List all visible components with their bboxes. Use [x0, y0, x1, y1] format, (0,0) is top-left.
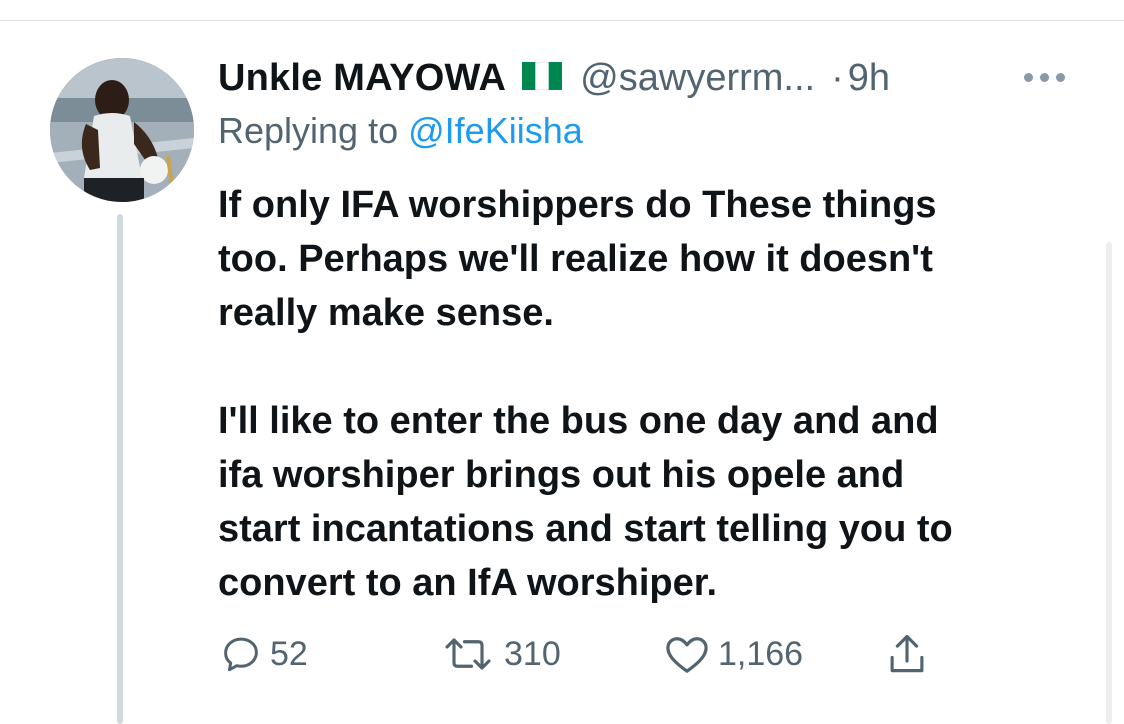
tweet-text-line: If only IFA worshippers do These things: [218, 184, 937, 226]
share-icon: [890, 634, 924, 673]
replying-to-label: Replying to: [218, 110, 399, 151]
author-handle[interactable]: @sawyerrm...: [580, 57, 815, 100]
more-horizontal-icon: [1024, 72, 1033, 82]
reply-bubble-icon: [224, 637, 258, 672]
retweet-icon: [445, 638, 491, 670]
avatar[interactable]: [50, 58, 194, 202]
like-button[interactable]: 1,166: [664, 626, 803, 682]
tweet-text: If only IFA worshippers do These things …: [218, 178, 1088, 610]
reply-button[interactable]: 52: [220, 626, 308, 682]
retweet-count: 310: [504, 634, 561, 673]
top-divider: [0, 20, 1124, 21]
tweet-header: Unkle MAYOWA @sawyerrm... · 9h: [218, 52, 890, 104]
tweet-text-line: ifa worshiper brings out his opele and: [218, 454, 905, 496]
reply-count: 52: [270, 634, 308, 673]
display-name[interactable]: Unkle MAYOWA: [218, 57, 506, 100]
tweet-text-line: start incantations and start telling you…: [218, 508, 953, 550]
tweet-text-line: really make sense.: [218, 292, 554, 334]
reply-mention-link[interactable]: @IfeKiisha: [408, 110, 583, 151]
share-button[interactable]: [886, 626, 928, 682]
thread-line: [117, 214, 123, 724]
nigeria-flag-icon: [521, 61, 563, 95]
tweet-timestamp[interactable]: 9h: [848, 57, 890, 100]
like-count: 1,166: [718, 634, 804, 673]
avatar-photo: [50, 58, 194, 202]
tweet-text-line: convert to an IfA worshiper.: [218, 562, 718, 604]
tweet-text-line: too. Perhaps we'll realize how it doesn'…: [218, 238, 933, 280]
replying-to: Replying to @IfeKiisha: [218, 110, 583, 152]
more-options-button[interactable]: [1024, 60, 1065, 94]
scrollbar[interactable]: [1106, 242, 1112, 724]
separator-dot: ·: [831, 56, 844, 99]
heart-icon: [666, 637, 708, 673]
retweet-button[interactable]: 310: [440, 626, 561, 682]
tweet-text-line: I'll like to enter the bus one day and a…: [218, 400, 939, 442]
